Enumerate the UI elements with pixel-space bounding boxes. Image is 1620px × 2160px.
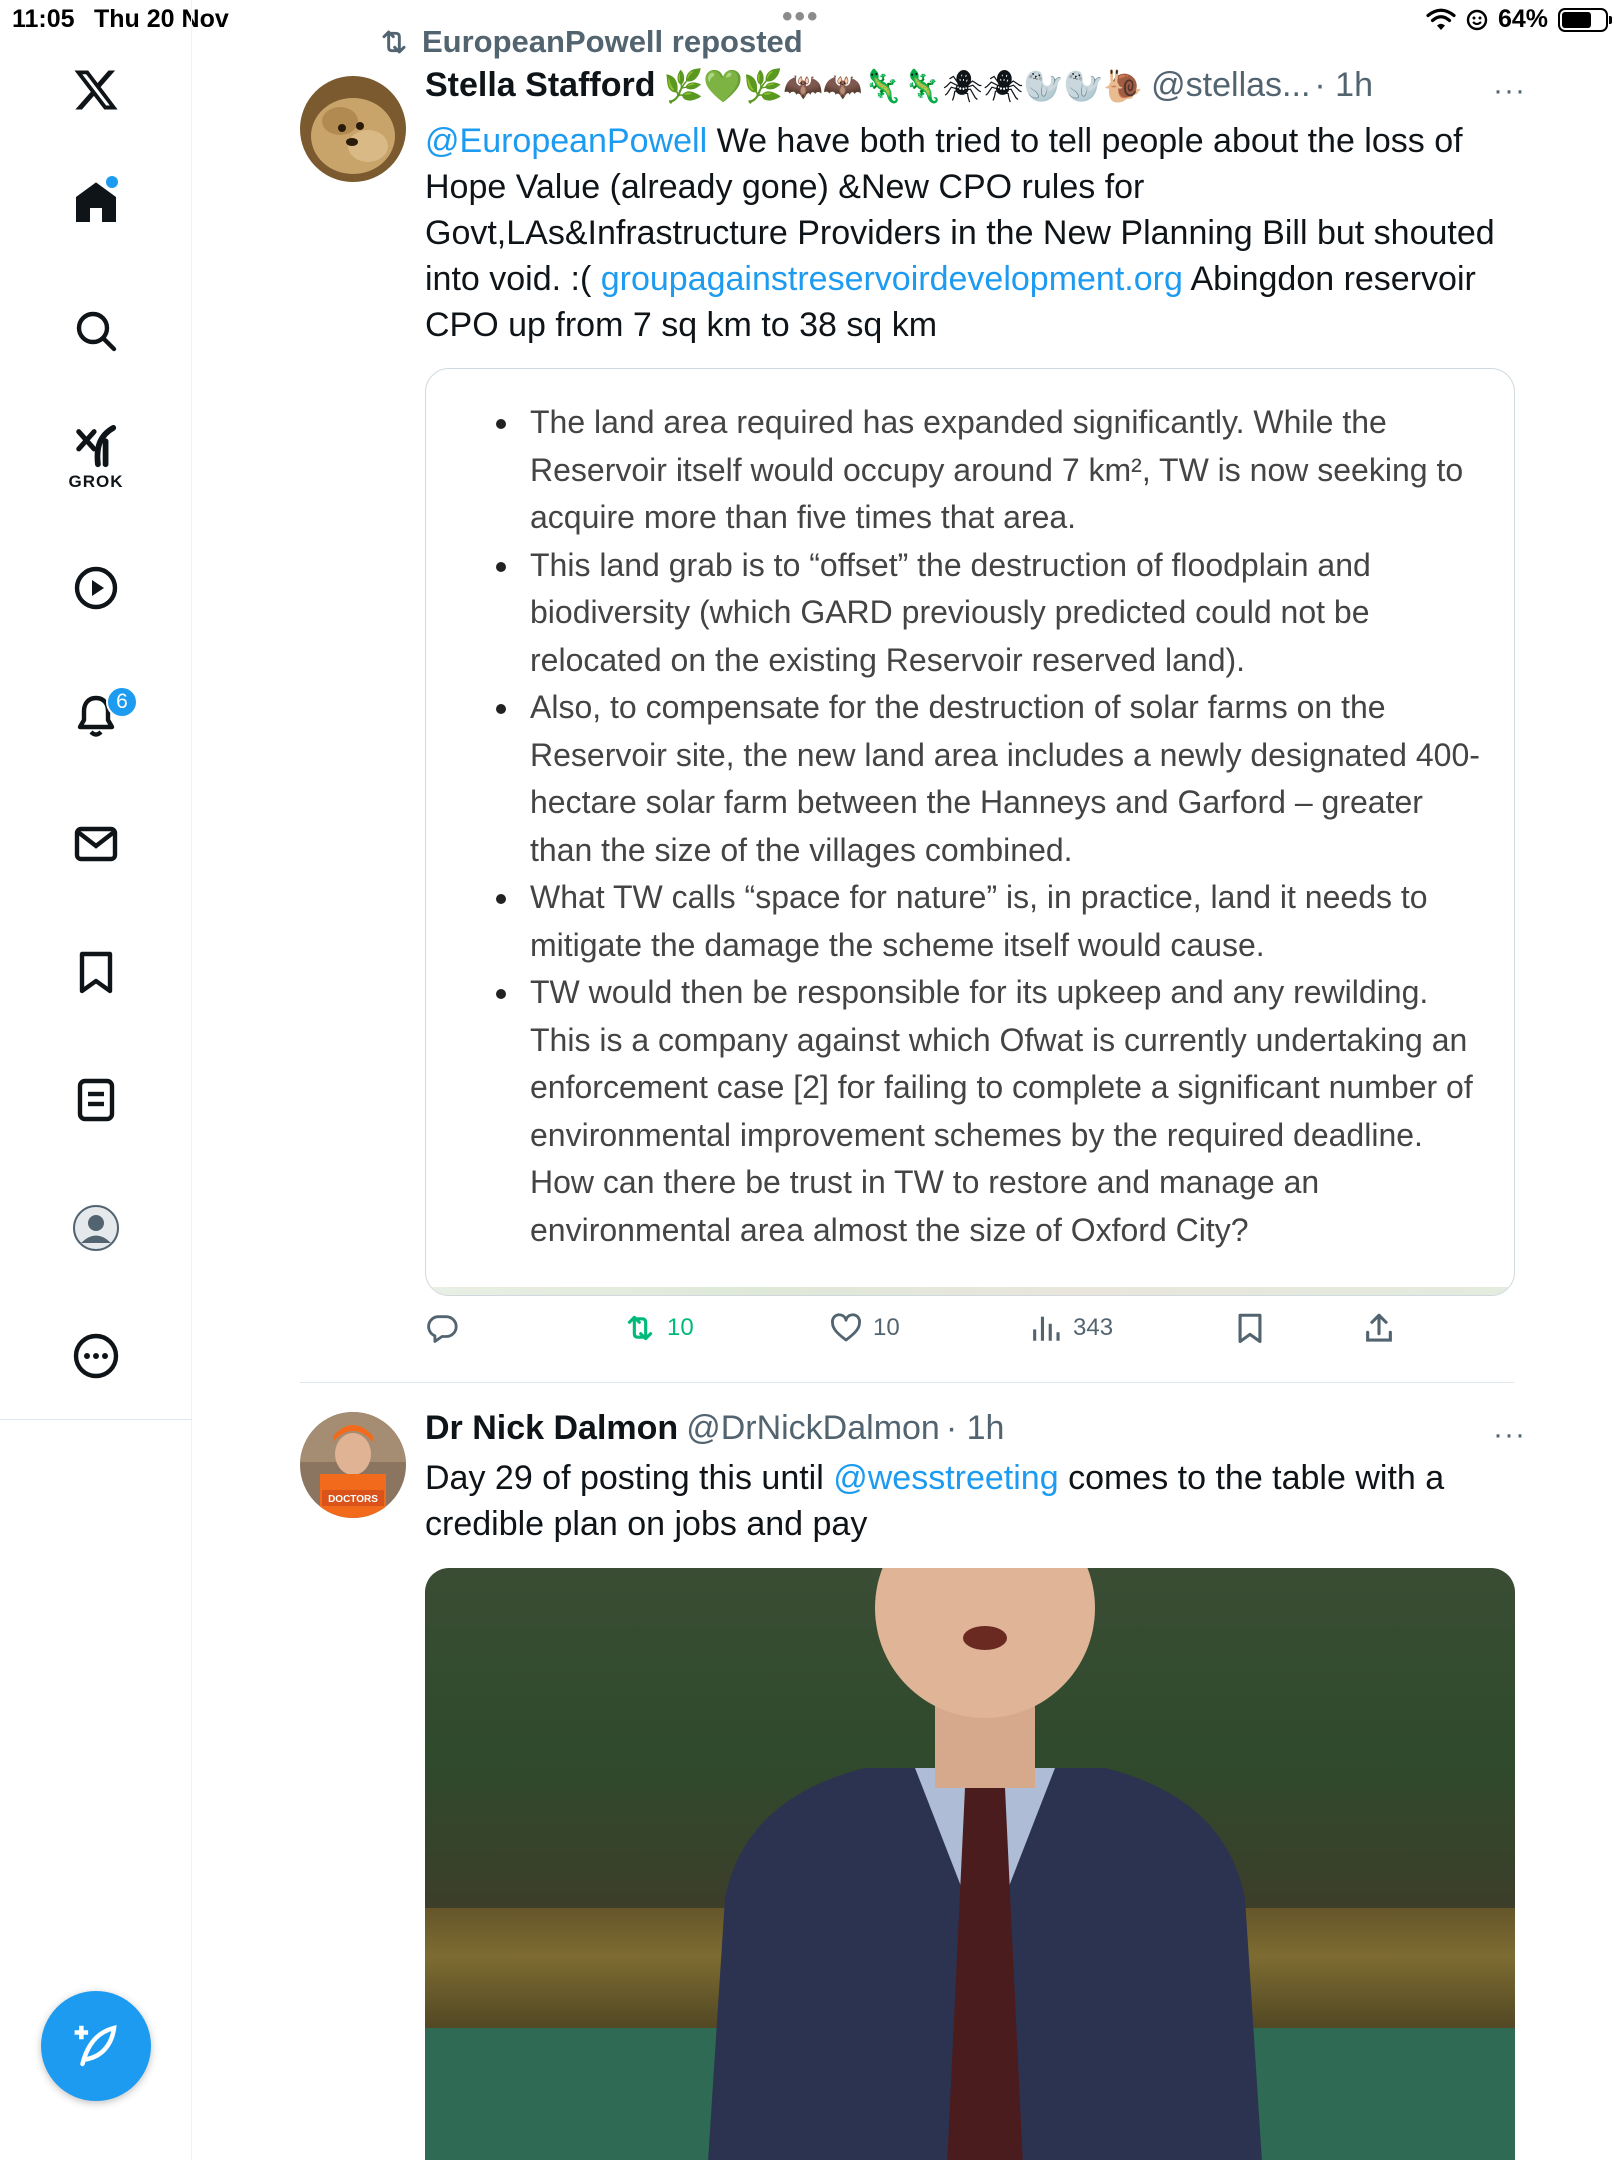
- battery-icon: [1558, 7, 1612, 32]
- sidebar-item-home[interactable]: [56, 162, 136, 242]
- focus-icon: [1466, 9, 1488, 30]
- bookmark-button[interactable]: [1233, 1311, 1267, 1345]
- card-bullet-list: The land area required has expanded sign…: [496, 399, 1480, 1254]
- tweet1-link[interactable]: groupagainstreservoirdevelopment.org: [601, 260, 1183, 298]
- wifi-icon: [1426, 8, 1456, 30]
- heart-icon: [831, 1313, 861, 1342]
- tweet2-mention[interactable]: @wesstreeting: [833, 1459, 1058, 1497]
- sidebar-item-messages[interactable]: [56, 804, 136, 884]
- tweet2-text-part1: Day 29 of posting this until: [425, 1459, 834, 1497]
- sidebar-item-grok[interactable]: GROK: [56, 418, 136, 498]
- card-bullet: Also, to compensate for the destruction …: [496, 684, 1480, 874]
- sidebar-item-notifications[interactable]: 6: [56, 676, 138, 756]
- compose-button[interactable]: [41, 1991, 151, 2101]
- tweet2-header: Dr Nick Dalmon @DrNickDalmon · 1h: [425, 1409, 1004, 1448]
- notification-count-badge: 6: [106, 686, 138, 718]
- sidebar-item-video[interactable]: [56, 548, 136, 628]
- tweet2-text: Day 29 of posting this until @wesstreeti…: [425, 1455, 1515, 1547]
- grok-icon: [76, 424, 117, 468]
- repost-label: EuropeanPowell reposted: [422, 24, 803, 59]
- avatar-icon: [73, 1205, 119, 1251]
- tweet1-image-card[interactable]: The land area required has expanded sign…: [425, 368, 1515, 1296]
- status-bar: 11:05 Thu 20 Nov ••• 64%: [0, 0, 1620, 40]
- repost-indicator[interactable]: EuropeanPowell reposted: [378, 24, 803, 60]
- card-bullet: The land area required has expanded sign…: [496, 399, 1480, 542]
- play-icon: [74, 566, 118, 610]
- tweet1-text: @EuropeanPowell We have both tried to te…: [425, 118, 1515, 348]
- tweet1-author-handle[interactable]: @stellas...: [1151, 66, 1310, 105]
- repost-icon: [627, 1315, 653, 1341]
- card-bullet: What TW calls “space for nature” is, in …: [496, 874, 1480, 969]
- sidebar-item-search[interactable]: [56, 291, 136, 371]
- doctor-avatar-image: DOCTORS: [300, 1412, 406, 1518]
- bookmark-icon: [1238, 1313, 1262, 1344]
- avatar-sign-text: DOCTORS: [328, 1494, 378, 1505]
- tweet1-actions: 10 10 343: [425, 1311, 1425, 1361]
- more-circle-icon: [73, 1333, 119, 1379]
- reply-button[interactable]: [425, 1311, 469, 1345]
- tweet-divider: [300, 1382, 1514, 1383]
- repost-count: 10: [667, 1314, 694, 1341]
- home-unread-dot: [106, 176, 118, 188]
- share-button[interactable]: [1362, 1311, 1396, 1345]
- compose-feather-icon: [74, 2025, 117, 2067]
- grok-label: GROK: [68, 472, 124, 491]
- sidebar-item-more[interactable]: [56, 1316, 136, 1396]
- sidebar-divider: [0, 1419, 192, 1420]
- tweet2-author-handle[interactable]: @DrNickDalmon: [686, 1409, 940, 1448]
- media-person-figure: [708, 1568, 1262, 2160]
- tweet1-mention[interactable]: @EuropeanPowell: [425, 122, 707, 160]
- x-logo-icon: [74, 70, 118, 110]
- envelope-icon: [74, 826, 118, 862]
- search-icon: [76, 311, 117, 352]
- tweet1-more-button[interactable]: ···: [1493, 74, 1526, 108]
- tweet2-time[interactable]: · 1h: [946, 1409, 1005, 1448]
- tweet1-header: Stella Stafford 🌿💚🌿🦇🦇🦎🦎🕷🕷🦭🦭🐌 @stellas...…: [425, 66, 1373, 105]
- tweet2-more-button[interactable]: ···: [1493, 1418, 1526, 1452]
- sidebar-item-profile[interactable]: [56, 1188, 136, 1268]
- like-button[interactable]: 10: [829, 1311, 900, 1345]
- list-icon: [77, 1078, 115, 1122]
- sidebar: GROK 6: [0, 0, 192, 2160]
- tweet2-author-name[interactable]: Dr Nick Dalmon: [425, 1409, 678, 1448]
- bookmark-icon: [79, 951, 113, 994]
- dog-avatar-image: [300, 76, 406, 182]
- status-right: 64%: [1426, 5, 1612, 34]
- battery-percent: 64%: [1497, 5, 1548, 33]
- card-map-strip: [426, 1287, 1514, 1295]
- x-logo-link[interactable]: [56, 50, 136, 130]
- repost-icon: [382, 30, 406, 54]
- sidebar-item-lists[interactable]: [56, 1060, 136, 1140]
- views-bars-icon: [1033, 1316, 1060, 1341]
- card-bullet: TW would then be responsible for its upk…: [496, 969, 1480, 1254]
- tweet1-avatar[interactable]: [300, 76, 406, 182]
- tweet2-avatar[interactable]: DOCTORS: [300, 1412, 406, 1518]
- tweet2-video-thumbnail[interactable]: [425, 1568, 1515, 2160]
- views-button[interactable]: 343: [1029, 1311, 1113, 1345]
- reply-icon: [427, 1315, 458, 1343]
- like-count: 10: [873, 1314, 900, 1341]
- views-count: 343: [1073, 1314, 1114, 1341]
- sidebar-item-bookmarks[interactable]: [56, 932, 136, 1012]
- tweet1-time[interactable]: · 1h: [1314, 66, 1373, 105]
- share-icon: [1366, 1313, 1392, 1342]
- tweet1-author-emojis: 🌿💚🌿🦇🦇🦎🦎🕷🕷🦭🦭🐌: [663, 67, 1144, 104]
- repost-button[interactable]: 10: [623, 1311, 694, 1345]
- card-bullet: This land grab is to “offset” the destru…: [496, 542, 1480, 685]
- tweet1-author-name[interactable]: Stella Stafford: [425, 66, 655, 105]
